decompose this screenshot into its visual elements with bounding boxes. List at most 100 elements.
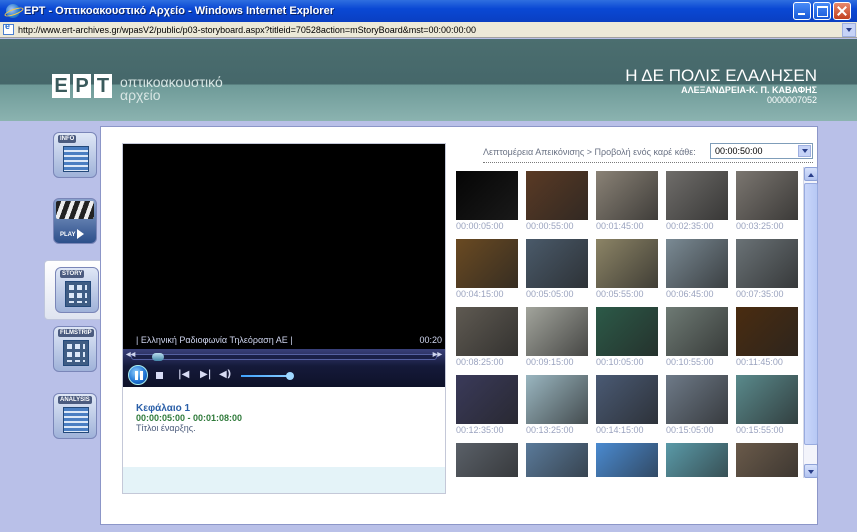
storyboard-thumbnail[interactable]: 00:07:35:00: [736, 239, 798, 299]
chevron-down-icon[interactable]: [798, 145, 811, 157]
thumbnail-image[interactable]: [666, 171, 728, 220]
storyboard-thumbnail[interactable]: 00:05:55:00: [596, 239, 658, 299]
thumbnail-image[interactable]: [456, 239, 518, 288]
storyboard-header: Λεπτομέρεια Απεικόνισης > Προβολή ενός κ…: [483, 143, 813, 163]
seek-bar[interactable]: ◀◀ ▶▶: [126, 352, 442, 361]
document-icon: [63, 146, 89, 172]
minimize-button[interactable]: [793, 2, 811, 20]
storyboard-thumbnail[interactable]: 00:10:55:00: [666, 307, 728, 367]
ert-logo[interactable]: Ε Ρ Τ: [52, 74, 112, 98]
thumbnail-image[interactable]: [456, 307, 518, 356]
storyboard-thumbnail[interactable]: 00:04:15:00: [456, 239, 518, 299]
thumbnail-image[interactable]: [456, 375, 518, 424]
site-header: Ε Ρ Τ οπτικοακουστικό αρχείο Η ΔΕ ΠΟΛΙΣ …: [0, 39, 857, 121]
storyboard-thumbnail[interactable]: 00:14:15:00: [596, 375, 658, 435]
nav-info-button[interactable]: INFO: [53, 132, 97, 178]
storyboard-thumbnail[interactable]: 00:08:25:00: [456, 307, 518, 367]
thumbnail-image[interactable]: [526, 171, 588, 220]
logo-letter: Τ: [94, 74, 112, 98]
thumbnail-image[interactable]: [666, 307, 728, 356]
storyboard-thumbnail[interactable]: 00:12:35:00: [456, 375, 518, 435]
storyboard-scrollbar[interactable]: [803, 167, 818, 478]
previous-button[interactable]: |◀: [178, 370, 189, 380]
thumbnail-image[interactable]: [736, 307, 798, 356]
storyboard-thumbnail[interactable]: 00:02:35:00: [666, 171, 728, 231]
pause-button[interactable]: [128, 365, 148, 385]
storyboard-thumbnail[interactable]: [526, 443, 588, 477]
thumbnail-timestamp: 00:06:45:00: [666, 289, 714, 299]
thumbnail-image[interactable]: [526, 443, 588, 477]
next-button[interactable]: ▶|: [200, 370, 211, 380]
thumbnail-image[interactable]: [596, 443, 658, 477]
thumbnail-image[interactable]: [666, 239, 728, 288]
thumbnail-image[interactable]: [526, 307, 588, 356]
storyboard-thumbnail[interactable]: [666, 443, 728, 477]
storyboard-thumbnail[interactable]: 00:10:05:00: [596, 307, 658, 367]
rewind-icon[interactable]: ◀◀: [126, 351, 135, 358]
thumbnail-image[interactable]: [736, 239, 798, 288]
thumbnail-image[interactable]: [596, 375, 658, 424]
nav-filmstrip-button[interactable]: FILMSTRIP: [53, 326, 97, 372]
player-controls: ◀◀ ▶▶ |◀ ▶| ◀): [123, 349, 445, 387]
thumbnail-image[interactable]: [526, 239, 588, 288]
thumbnail-image[interactable]: [526, 375, 588, 424]
video-screen[interactable]: | Ελληνική Ραδιοφωνία Τηλεόραση ΑΕ | 00:…: [123, 144, 445, 349]
address-input[interactable]: http://www.ert-archives.gr/wpasV2/public…: [18, 25, 842, 35]
storyboard-thumbnail[interactable]: 00:15:05:00: [666, 375, 728, 435]
thumbnail-image[interactable]: [596, 307, 658, 356]
scroll-down-button[interactable]: [804, 464, 818, 478]
nav-analysis-button[interactable]: ANALYSIS: [53, 393, 97, 439]
volume-knob[interactable]: [286, 372, 294, 380]
scroll-thumb[interactable]: [804, 183, 818, 445]
thumbnail-image[interactable]: [736, 443, 798, 477]
thumbnail-timestamp: 00:11:45:00: [736, 357, 783, 367]
storyboard-thumbnail[interactable]: 00:13:25:00: [526, 375, 588, 435]
thumbnail-image[interactable]: [456, 171, 518, 220]
frame-interval-select[interactable]: 00:00:50:00: [710, 143, 813, 159]
stop-button[interactable]: [156, 372, 163, 379]
storyboard-thumbnail[interactable]: 00:03:25:00: [736, 171, 798, 231]
window-titlebar: ΕΡΤ - Οπτικοακουστικό Αρχείο - Windows I…: [0, 0, 857, 22]
chapter-time-range: 00:00:05:00 - 00:01:08:00: [136, 413, 243, 423]
storyboard-thumbnail[interactable]: 00:01:45:00: [596, 171, 658, 231]
ie-icon: [6, 4, 20, 18]
thumbnail-image[interactable]: [456, 443, 518, 477]
nav-filmstrip-label: FILMSTRIP: [58, 329, 94, 337]
thumbnail-image[interactable]: [596, 239, 658, 288]
thumbnail-image[interactable]: [736, 171, 798, 220]
storyboard-thumbnail[interactable]: 00:06:45:00: [666, 239, 728, 299]
storyboard-thumbnail[interactable]: 00:05:05:00: [526, 239, 588, 299]
thumbnail-image[interactable]: [596, 171, 658, 220]
fast-forward-icon[interactable]: ▶▶: [433, 351, 442, 358]
storyboard-thumbnail[interactable]: [736, 443, 798, 477]
storyboard-thumbnail[interactable]: 00:11:45:00: [736, 307, 798, 367]
maximize-button[interactable]: [813, 2, 831, 20]
storyboard-thumbnail[interactable]: 00:15:55:00: [736, 375, 798, 435]
breadcrumb: Λεπτομέρεια Απεικόνισης > Προβολή ενός κ…: [483, 147, 696, 157]
video-player: | Ελληνική Ραδιοφωνία Τηλεόραση ΑΕ | 00:…: [122, 143, 446, 494]
thumbnail-timestamp: 00:10:05:00: [596, 357, 644, 367]
address-dropdown-button[interactable]: [842, 22, 856, 37]
scroll-up-button[interactable]: [804, 167, 818, 181]
page-icon: [3, 21, 14, 35]
chapter-description: Τίτλοι έναρξης.: [136, 423, 196, 433]
storyboard-thumbnail[interactable]: 00:00:05:00: [456, 171, 518, 231]
nav-play-button[interactable]: PLAY: [53, 198, 97, 244]
close-button[interactable]: [833, 2, 851, 20]
seek-knob[interactable]: [152, 353, 164, 361]
storyboard-thumbnail[interactable]: 00:09:15:00: [526, 307, 588, 367]
storyboard-thumbnail[interactable]: [596, 443, 658, 477]
volume-slider[interactable]: [241, 372, 294, 380]
storyboard-thumbnail[interactable]: 00:00:55:00: [526, 171, 588, 231]
thumbnail-timestamp: 00:03:25:00: [736, 221, 784, 231]
thumbnail-timestamp: 00:13:25:00: [526, 425, 574, 435]
thumbnail-image[interactable]: [666, 375, 728, 424]
storyboard-thumbnail[interactable]: [456, 443, 518, 477]
volume-icon[interactable]: ◀): [219, 370, 231, 380]
thumbnail-timestamp: 00:04:15:00: [456, 289, 504, 299]
thumbnail-image[interactable]: [736, 375, 798, 424]
thumbnail-timestamp: 00:07:35:00: [736, 289, 784, 299]
page-title: Η ΔΕ ΠΟΛΙΣ ΕΛΑΛΗΣΕΝ: [625, 66, 817, 85]
nav-play-label: PLAY: [60, 232, 76, 238]
thumbnail-image[interactable]: [666, 443, 728, 477]
